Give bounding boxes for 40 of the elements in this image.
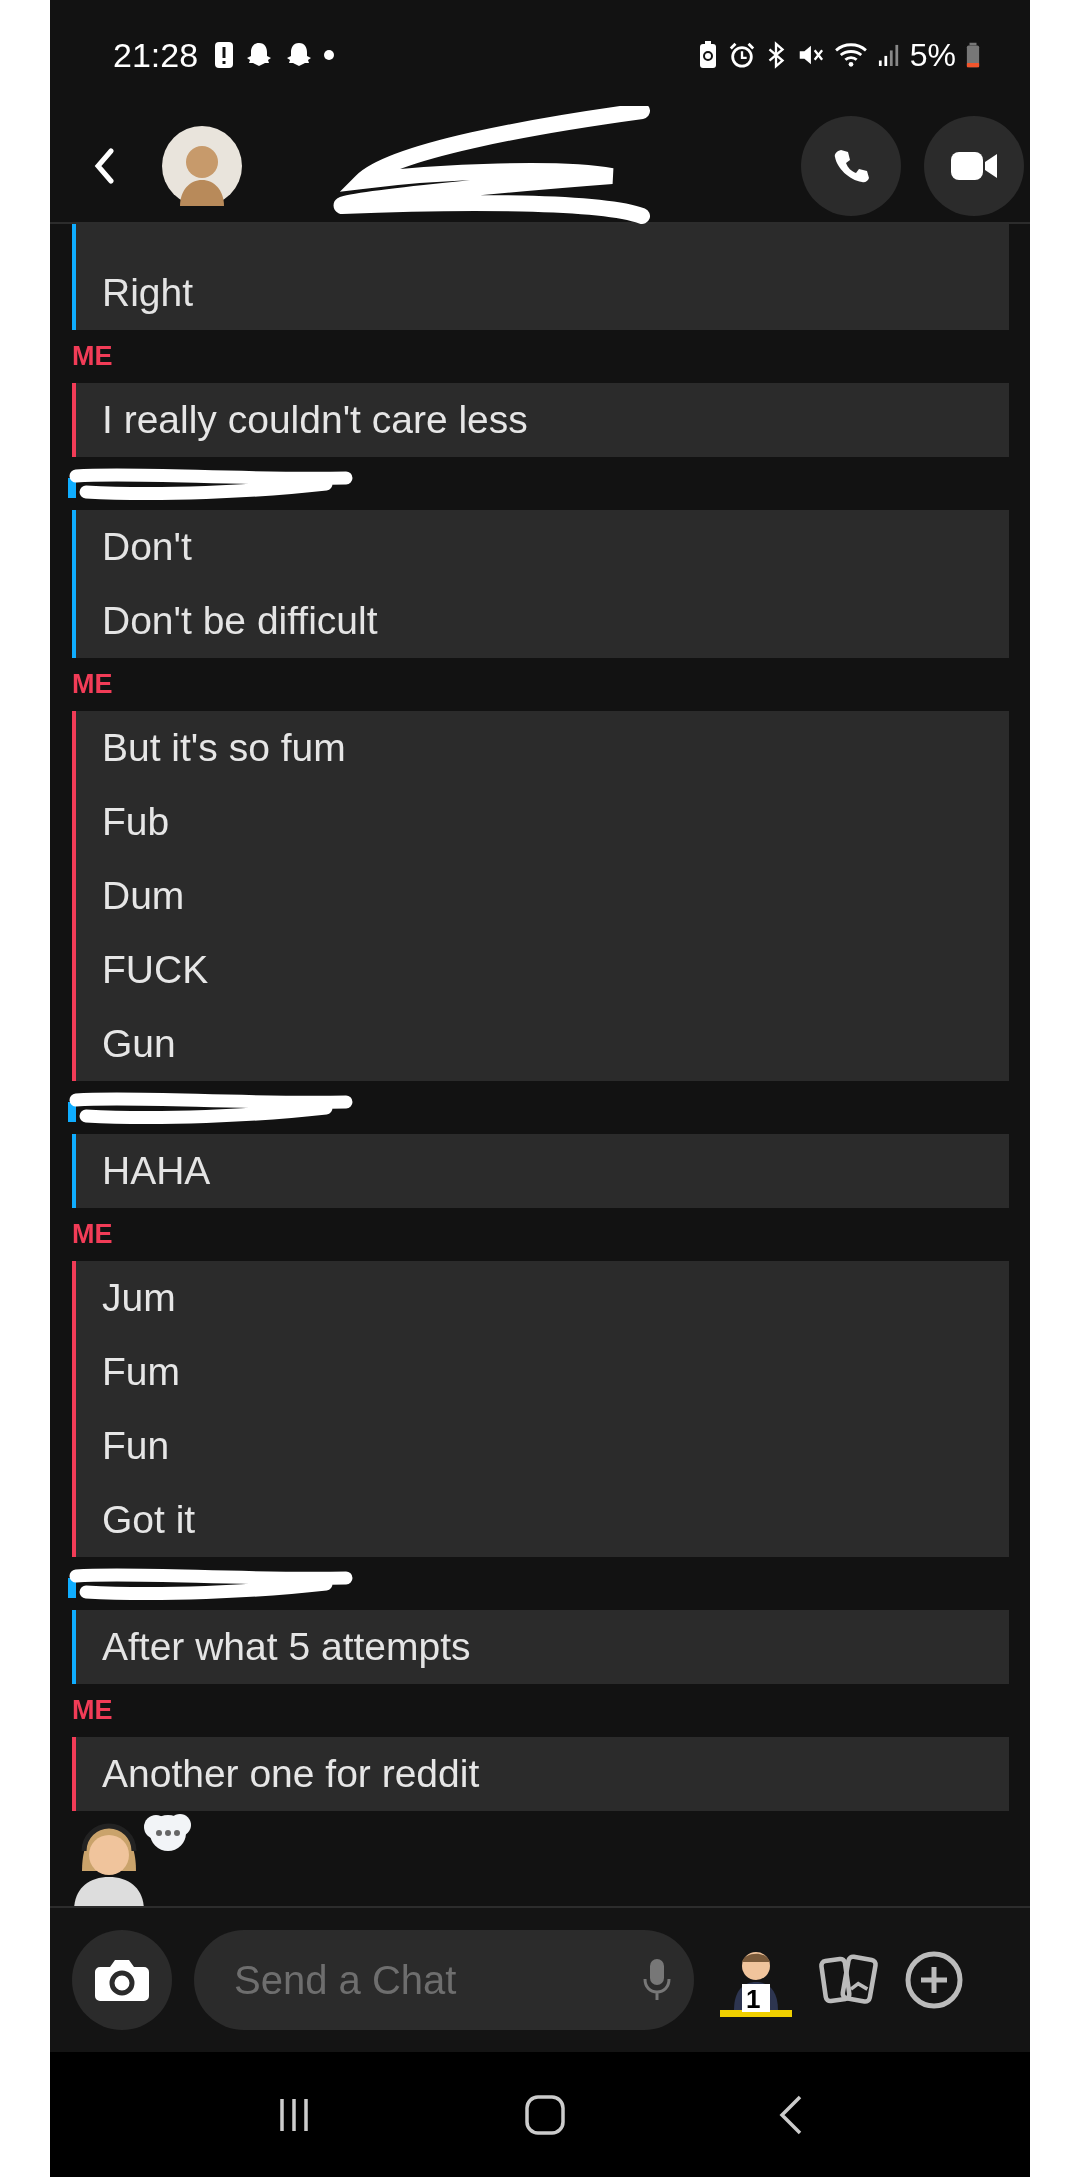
message-text: FUCK: [102, 947, 210, 993]
home-icon: [523, 2092, 567, 2137]
sender-name: ME: [72, 341, 113, 372]
message-text: Dum: [102, 873, 186, 919]
message-text: Gun: [102, 1021, 177, 1067]
battery-saver-icon: [697, 40, 718, 70]
bitmoji-button[interactable]: 1: [716, 1940, 796, 2020]
camera-icon: [94, 1957, 150, 2003]
sender-name: ME: [72, 1695, 113, 1726]
message-text: Right: [102, 270, 195, 316]
sender-name: ME: [72, 669, 113, 700]
microphone-icon[interactable]: [642, 1957, 672, 2003]
message-text: Fub: [102, 799, 171, 845]
sender-name: ME: [72, 1219, 113, 1250]
message-text: HAHA: [102, 1148, 212, 1194]
message-text: Another one for reddit: [102, 1751, 481, 1797]
add-button[interactable]: [904, 1950, 964, 2010]
clock: 21:28: [113, 35, 199, 75]
home-button[interactable]: [523, 2092, 567, 2137]
battery-percent: 5%: [909, 36, 956, 74]
message-text: After what 5 attempts: [102, 1624, 472, 1670]
dot-icon: [324, 50, 335, 60]
message-text: Don't be difficult: [102, 598, 379, 644]
message-input[interactable]: Send a Chat: [232, 1956, 642, 2004]
chevron-left-icon: [94, 148, 114, 184]
message-text: Got it: [102, 1497, 197, 1543]
battery-icon: [966, 41, 980, 69]
wifi-icon: [833, 41, 868, 69]
plus-circle-icon: [904, 1950, 964, 2010]
message-text: Don't: [102, 524, 193, 570]
message-text: Fum: [102, 1349, 181, 1395]
message-text: Jum: [102, 1275, 177, 1321]
alert-icon: [214, 41, 235, 69]
chat-field[interactable]: Send a Chat: [194, 1930, 694, 2030]
message-text: I really couldn't care less: [102, 397, 529, 443]
alarm-icon: [727, 41, 756, 69]
sticker-number: 1: [746, 1984, 761, 2015]
message-text: But it's so fum: [102, 725, 347, 771]
message-text: Fun: [102, 1423, 171, 1469]
avatar[interactable]: [162, 126, 242, 206]
